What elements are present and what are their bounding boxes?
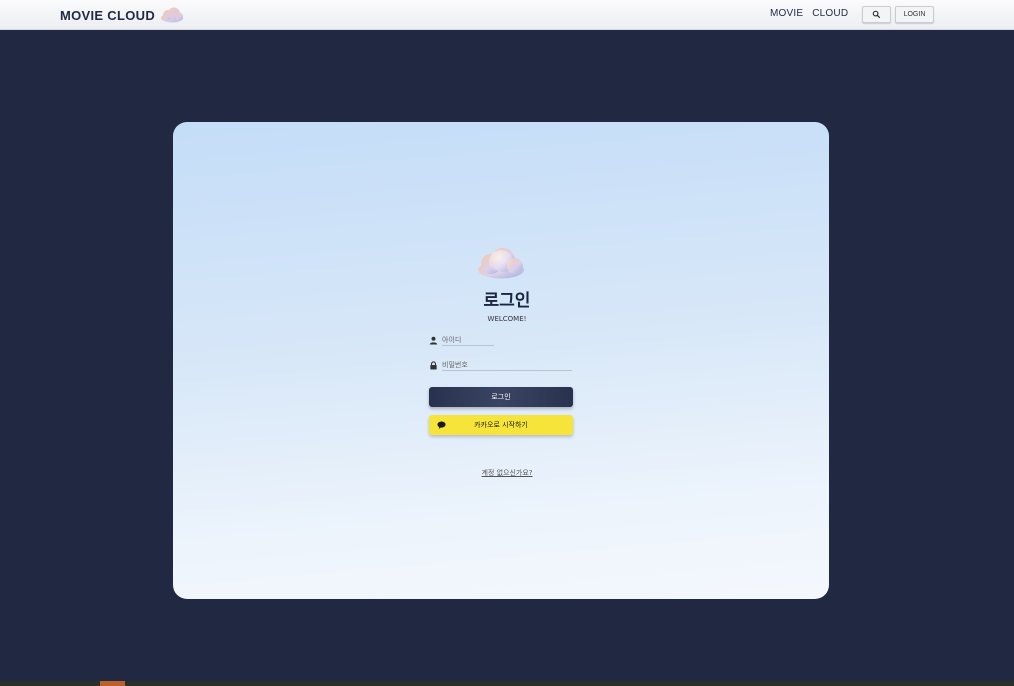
password-field [429, 358, 572, 372]
cloud-logo-icon [478, 248, 524, 279]
brand-title[interactable]: MOVIE CLOUD [60, 8, 155, 23]
user-icon [429, 336, 438, 345]
welcome-subtitle: WELCOME! [487, 315, 527, 323]
search-button[interactable] [862, 6, 891, 23]
password-input[interactable] [442, 359, 572, 371]
nav-movie[interactable]: MOVIE [770, 8, 803, 19]
taskbar-item[interactable] [100, 681, 125, 686]
login-submit-button[interactable]: 로그인 [429, 387, 573, 407]
brand-logo[interactable]: MOVIE CLOUD [60, 6, 185, 24]
main-nav: MOVIE CLOUD [770, 8, 848, 19]
kakao-login-label: 카카오로 시작하기 [474, 421, 528, 429]
signup-link[interactable]: 계정 없으신가요? [481, 469, 532, 477]
taskbar-strip [0, 681, 1014, 686]
id-field [429, 333, 494, 347]
top-navbar: MOVIE CLOUD MOVIE CLOUD LOGIN [0, 0, 1014, 30]
chat-bubble-icon [437, 421, 446, 429]
header-login-button[interactable]: LOGIN [895, 6, 934, 23]
cloud-logo-icon [161, 7, 184, 23]
id-input[interactable] [442, 334, 494, 346]
lock-icon [430, 360, 437, 370]
nav-cloud[interactable]: CLOUD [812, 8, 848, 19]
kakao-login-button[interactable]: 카카오로 시작하기 [429, 415, 573, 435]
search-icon [872, 10, 881, 19]
login-title: 로그인 [483, 291, 531, 311]
signup-prompt: 계정 없으신가요? [0, 468, 1014, 478]
